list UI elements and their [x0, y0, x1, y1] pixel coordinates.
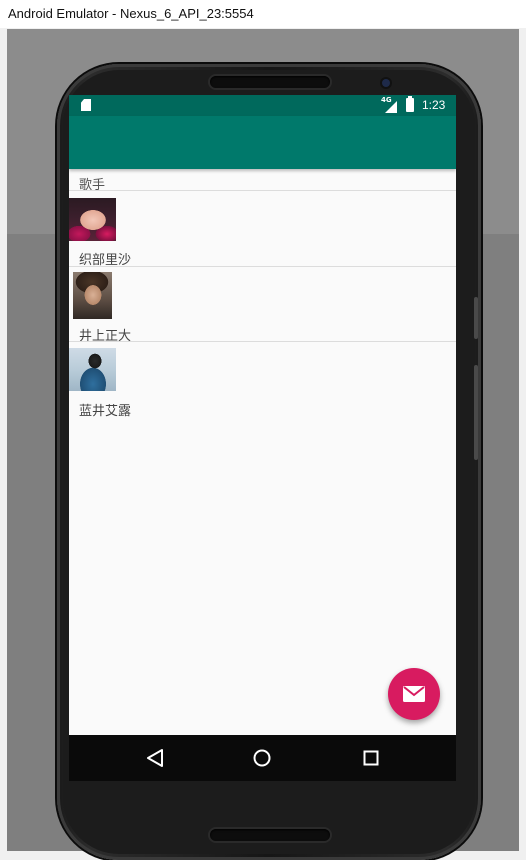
divider — [69, 190, 456, 191]
status-bar: 4G 1:23 — [69, 95, 456, 116]
network-type: 4G — [381, 96, 392, 104]
window-title: Android Emulator - Nexus_6_API_23:5554 — [8, 6, 254, 21]
recents-icon[interactable] — [359, 746, 383, 770]
singer-avatar — [69, 348, 116, 391]
bottom-speaker — [210, 829, 330, 841]
mail-icon — [403, 686, 425, 702]
singer-avatar — [69, 198, 116, 241]
window-title-bar[interactable]: Android Emulator - Nexus_6_API_23:5554 — [0, 0, 526, 29]
divider — [69, 266, 456, 267]
app-bar — [69, 116, 456, 169]
navigation-bar — [69, 735, 456, 781]
top-speaker — [210, 76, 330, 88]
divider — [69, 341, 456, 342]
back-icon[interactable] — [143, 746, 167, 770]
compose-fab[interactable] — [388, 668, 440, 720]
home-icon[interactable] — [250, 746, 274, 770]
sd-card-icon — [81, 99, 91, 111]
front-camera — [382, 79, 390, 87]
volume-button[interactable] — [474, 365, 478, 460]
status-time: 1:23 — [422, 98, 446, 112]
power-button[interactable] — [474, 297, 478, 339]
battery-icon — [406, 96, 414, 112]
phone-screen: 4G 1:23 歌手 织部里沙 井上正大 蓝井艾露 — [69, 95, 456, 781]
singer-name: 蓝井艾露 — [79, 404, 132, 419]
singer-avatar — [73, 272, 112, 319]
